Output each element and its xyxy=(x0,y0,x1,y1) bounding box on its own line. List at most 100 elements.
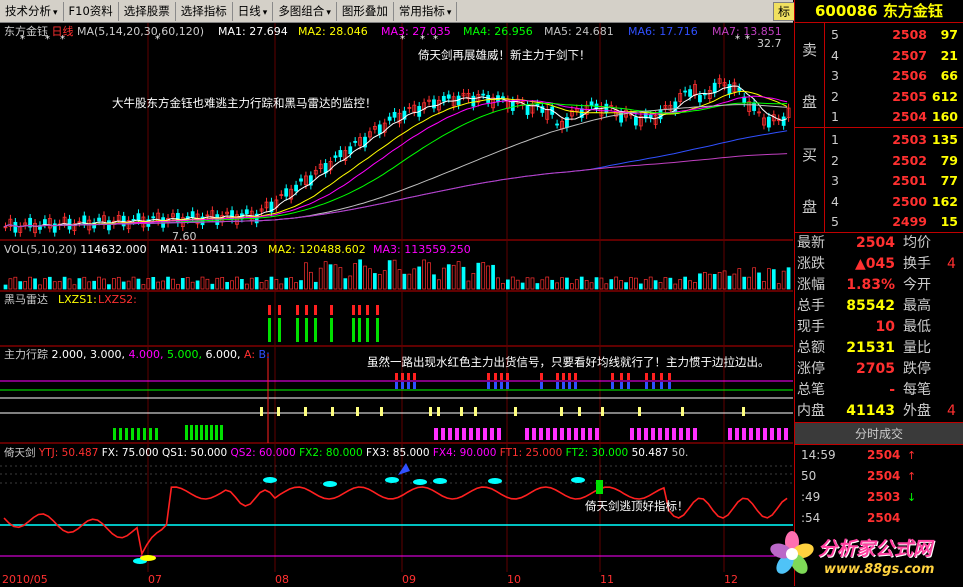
toolbar-item-5[interactable]: 多图组合 xyxy=(273,1,337,21)
yitian-green-bar xyxy=(596,480,603,494)
x-axis-label: 09 xyxy=(402,573,416,586)
ask-row[interactable]: 2 2505 612 xyxy=(825,87,963,107)
bid-row[interactable]: 2 2502 79 xyxy=(825,151,963,171)
volume-bar xyxy=(786,267,791,290)
price: 2500 xyxy=(892,193,927,209)
stat-key: 最新 xyxy=(797,235,825,251)
ticks-header[interactable]: 分时成交 xyxy=(795,422,963,445)
bid-row[interactable]: 4 2500 162 xyxy=(825,192,963,212)
stat-key-2: 均价 xyxy=(903,235,931,251)
volume-bar xyxy=(762,281,766,290)
volume-bar xyxy=(151,276,156,290)
trace-green-signal xyxy=(155,428,158,440)
tick-time: 50 xyxy=(801,469,817,483)
vol-header: VOL(5,10,20) xyxy=(4,243,77,256)
volume-bar xyxy=(373,273,377,290)
volume-bar xyxy=(116,276,121,290)
level: 2 xyxy=(831,88,839,104)
volume-bar xyxy=(742,276,747,290)
ma-line xyxy=(3,130,788,228)
trace-blue-signal xyxy=(556,382,559,389)
stat-key-2: 换手 xyxy=(903,256,931,272)
volume-bar xyxy=(269,276,274,290)
trace-yellow-signal xyxy=(277,407,280,416)
volume-bar xyxy=(377,274,382,290)
toolbar-item-2[interactable]: 选择股票 xyxy=(119,1,176,21)
ma1-value: MA1: 27.694 xyxy=(218,25,288,38)
volume-bar xyxy=(471,273,476,290)
toolbar-item-4[interactable]: 日线 xyxy=(233,1,274,21)
volume: 66 xyxy=(940,68,958,83)
yitian-fx3: FX3: 85.000 xyxy=(365,447,430,459)
volume-bar xyxy=(594,277,599,290)
toolbar-item-1[interactable]: F10资料 xyxy=(64,1,119,21)
stat-row: 内盘 41143 外盘 4 xyxy=(795,401,963,422)
trace-magenta-signal xyxy=(756,428,760,440)
yitian-header: 倚天剑 xyxy=(4,447,36,459)
candle-body xyxy=(284,188,289,197)
candle-body xyxy=(766,116,771,128)
volume-bar xyxy=(62,276,67,290)
volume-bar xyxy=(215,277,220,290)
candle-body xyxy=(299,178,303,182)
volume-bar xyxy=(180,277,185,290)
price: 2504 xyxy=(892,109,927,124)
radar-lxzs1: LXZS1: xyxy=(58,293,97,306)
volume-bar xyxy=(67,278,72,290)
ask-row[interactable]: 5 2508 97 xyxy=(825,25,963,45)
trace-yellow-signal xyxy=(560,407,563,416)
radar-bar-green xyxy=(376,318,379,342)
toolbar-right-button-0[interactable]: 标 xyxy=(773,2,795,21)
x-axis-label: 11 xyxy=(600,573,614,586)
volume-bar xyxy=(535,283,540,290)
vol-ma3: MA3: 113559.250 xyxy=(373,243,471,256)
toolbar-item-7[interactable]: 常用指标 xyxy=(394,1,458,21)
bid-row[interactable]: 5 2499 15 xyxy=(825,212,963,232)
yitian-fx: FX: 75.000 xyxy=(101,447,159,459)
trace-yellow-signal xyxy=(356,407,359,416)
level: 2 xyxy=(831,152,839,168)
volume-bar xyxy=(392,259,397,290)
yitian-signal-dot xyxy=(433,478,447,484)
volume-bar xyxy=(402,273,407,290)
trace-v3: 4.000, xyxy=(128,348,164,361)
bid-row[interactable]: 1 2503 135 xyxy=(825,130,963,150)
ask-row[interactable]: 3 2506 66 xyxy=(825,66,963,86)
radar-bar-red xyxy=(268,305,271,315)
ask-row[interactable]: 1 2504 160 xyxy=(825,107,963,127)
trace-magenta-signal xyxy=(553,428,557,440)
volume-bar xyxy=(451,264,456,290)
trace-red-signal xyxy=(574,373,577,380)
trace-magenta-signal xyxy=(581,428,585,440)
trace-yellow-signal xyxy=(601,407,604,416)
candle-body xyxy=(43,219,47,225)
trace-yellow-signal xyxy=(380,407,383,416)
trace-yellow-signal xyxy=(331,407,334,416)
candle-body xyxy=(190,211,195,218)
volume-bar xyxy=(220,277,225,290)
candle-body xyxy=(432,99,436,109)
chart-area[interactable]: * * * * * * * * * 东方金钰 日线 MA(5,14,20,30,60,120) … xyxy=(0,23,793,573)
yitian-signal-dot xyxy=(263,477,277,483)
volume-bar xyxy=(244,283,249,290)
volume-bar xyxy=(545,276,550,290)
candle-body xyxy=(634,116,638,126)
volume-bar xyxy=(747,276,752,290)
trace-red-signal xyxy=(668,373,671,380)
level: 3 xyxy=(831,173,839,188)
volume-bar xyxy=(614,276,619,290)
toolbar-item-3[interactable]: 选择指标 xyxy=(176,1,233,21)
trace-v5: 6.000, xyxy=(205,348,241,361)
volume-bar xyxy=(131,276,136,290)
yitian-qs1: QS1: 50.000 xyxy=(161,447,228,459)
trace-yellow-signal xyxy=(460,407,463,416)
bid-row[interactable]: 3 2501 77 xyxy=(825,171,963,191)
stat-key: 涨幅 xyxy=(797,277,825,293)
volume-bar xyxy=(57,280,62,290)
ask-row[interactable]: 4 2507 21 xyxy=(825,46,963,66)
toolbar-item-0[interactable]: 技术分析 xyxy=(0,1,64,21)
toolbar-item-6[interactable]: 图形叠加 xyxy=(337,1,394,21)
volume-bar xyxy=(515,279,520,290)
volume-bar xyxy=(348,275,353,290)
trace-red-signal xyxy=(540,373,543,380)
